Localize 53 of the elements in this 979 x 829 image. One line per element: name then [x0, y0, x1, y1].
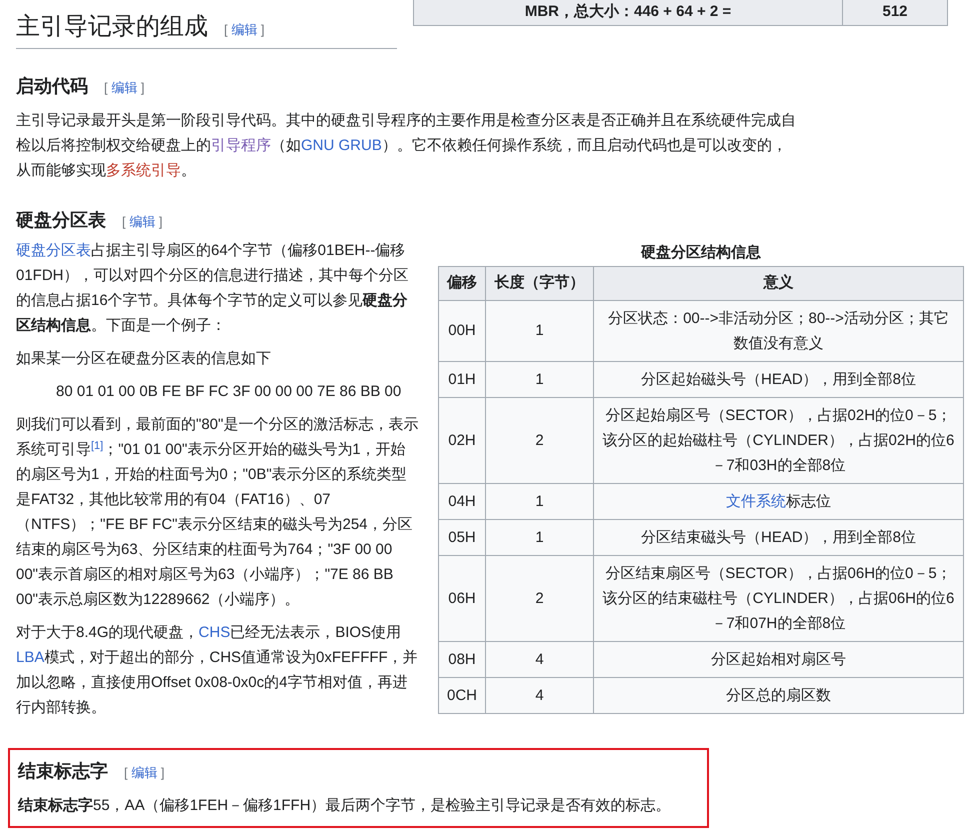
- paragraph: 则我们可以看到，最前面的"80"是一个分区的激活标志，表示系统可引导$^{[1]}$；"01 01 00"表示分区开始的磁头号为1，开始的扇区号为1，开始的柱面号为0；"0B"表示分区的系统类型是FAT32，其他比较常用的有04（FAT16）、07（NTFS）；"FE BF FC"表示分区结束的磁头号为254，分区结束的扇区号为63、分区结束的柱面号为764；"3F 00 00 00"表示首扇区的相对扇区号为63（小端序）；"7E 86 BB 00"表示总扇区数为12289662（小端序）。: [16, 415, 420, 610]
- table-cell: 1: [486, 483, 594, 519]
- table-cell: 1: [486, 519, 594, 555]
- table-cell: 0CH: [438, 677, 486, 713]
- link[interactable]: 文件系统: [726, 492, 786, 510]
- hex-example: 80 01 01 00 0B FE BF FC 3F 00 00 00 7E 86 BB 00: [55, 382, 402, 402]
- table-cell: 08H: [438, 641, 486, 677]
- edit-link[interactable]: [ 编辑 ]: [104, 78, 144, 98]
- column-header: 意义: [594, 266, 964, 300]
- reference-link[interactable]: [1]: [91, 440, 104, 452]
- column-header: 偏移: [438, 266, 486, 300]
- paragraph: 结束标志字55，AA（偏移1FEH－偏移1FFH）最后两个字节，是检验主引导记录是否有效的标志。: [18, 796, 672, 816]
- section-heading: 硬盘分区表: [16, 209, 106, 232]
- column-header: 长度（字节）: [486, 266, 594, 300]
- table-cell-text: 512: [881, 2, 909, 22]
- table-cell: 2: [486, 555, 594, 641]
- section-heading: 启动代码: [16, 75, 88, 98]
- link[interactable]: 硬盘分区表: [16, 242, 91, 259]
- link[interactable]: 引导程序: [211, 137, 271, 154]
- table-cell: 05H: [438, 519, 486, 555]
- paragraph: 主引导记录最开头是第一阶段引导代码。其中的硬盘引导程序的主要作用是检查分区表是否正确并且在系统硬件完成自检以后将控制权交给硬盘上的引导程序（如GNU GRUB）。它不依赖任何操作系统，而且启动代码也是可以改变的，从而能够实现多系统引导。: [16, 111, 797, 181]
- table-caption: 硬盘分区结构信息: [640, 243, 762, 263]
- table-cell: 4: [486, 641, 594, 677]
- table-cell: 分区状态：00-->非活动分区；80-->活动分区；其它数值没有意义: [594, 300, 964, 361]
- table-cell: 04H: [438, 483, 486, 519]
- link[interactable]: GNU GRUB: [301, 137, 382, 154]
- table-cell: 文件系统标志位: [594, 483, 964, 519]
- table-cell: 02H: [438, 397, 486, 483]
- table-cell: 1: [486, 361, 594, 397]
- section-heading: 结束标志字: [18, 760, 108, 783]
- table-cell: 01H: [438, 361, 486, 397]
- link[interactable]: LBA: [16, 649, 44, 666]
- table-cell: 分区总的扇区数: [594, 677, 964, 713]
- table-cell: MBR，总大小：446 + 64 + 2 =: [414, 0, 843, 25]
- table-cell: 00H: [438, 300, 486, 361]
- page-section-title: 主引导记录的组成: [16, 11, 208, 42]
- paragraph: 如果某一分区在硬盘分区表的信息如下: [16, 349, 272, 369]
- table-cell: 06H: [438, 555, 486, 641]
- paragraph: 对于大于8.4G的现代硬盘，CHS已经无法表示，BIOS使用 LBA模式，对于超出的部分，CHS值通常设为0xFEFFFF，并加以忽略，直接使用Offset 0x08-0x0c的4字节相对值，再进行内部转换。: [16, 623, 419, 718]
- table-cell: 分区结束磁头号（HEAD），用到全部8位: [594, 519, 964, 555]
- paragraph: 硬盘分区表占据主引导扇区的64个字节（偏移01BEH--偏移01FDH），可以对四个分区的信息进行描述，其中每个分区的信息占据16个字节。具体每个字节的定义可以参见硬盘分区结构信息。下面是一个例子：: [16, 241, 410, 336]
- table-cell: 分区起始扇区号（SECTOR），占据02H的位0－5；该分区的起始磁柱号（CYLINDER），占据02H的位6－7和03H的全部8位: [594, 397, 964, 483]
- link[interactable]: CHS: [198, 624, 230, 641]
- edit-link[interactable]: [ 编辑 ]: [124, 763, 164, 782]
- table-cell: 4: [486, 677, 594, 713]
- table-cell: 1: [486, 300, 594, 361]
- edit-link[interactable]: [ 编辑 ]: [122, 212, 162, 232]
- edit-link[interactable]: [ 编辑 ]: [224, 20, 264, 40]
- table-cell: 分区起始相对扇区号: [594, 641, 964, 677]
- table-cell: 2: [486, 397, 594, 483]
- table-cell: 分区结束扇区号（SECTOR），占据06H的位0－5；该分区的结束磁柱号（CYLINDER），占据06H的位6－7和07H的全部8位: [594, 555, 964, 641]
- link[interactable]: 多系统引导: [106, 162, 181, 179]
- table-cell: 分区起始磁头号（HEAD），用到全部8位: [594, 361, 964, 397]
